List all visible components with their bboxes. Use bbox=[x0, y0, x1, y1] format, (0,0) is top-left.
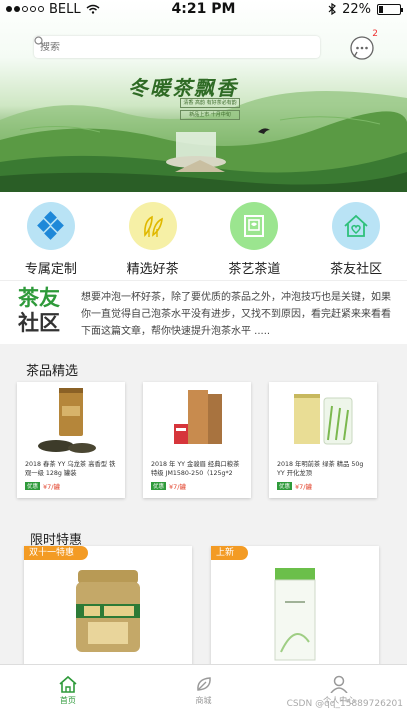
intro-text: 想要冲泡一杯好茶，除了要优质的茶品之外，冲泡技巧也是关键，如果你一直觉得自己泡茶… bbox=[81, 292, 391, 337]
app-screen: 冬暖茶飘香 清香 高韵 有好茶必有韵 新品上市 十月中旬 2 bbox=[0, 0, 407, 715]
signal-dots-icon bbox=[6, 6, 44, 12]
promo-image bbox=[211, 562, 379, 670]
limited-offer-section: 限时特惠 双十一特惠 上新 bbox=[0, 520, 407, 670]
product-price: ¥7/罐 bbox=[169, 483, 186, 491]
message-button[interactable]: 2 bbox=[349, 29, 378, 61]
featured-products: 2018 春茶 YY 乌龙茶 高香型 铁观一级 128g 罐装 优惠 ¥7/罐 … bbox=[0, 382, 407, 500]
community-intro[interactable]: 茶友 社区 想要冲泡一杯好茶，除了要优质的茶品之外，冲泡技巧也是关键，如果你一直… bbox=[0, 280, 407, 344]
user-icon bbox=[330, 675, 348, 693]
tea-book-icon bbox=[230, 202, 279, 250]
product-image bbox=[143, 382, 251, 458]
search-bar[interactable] bbox=[34, 36, 320, 58]
promo-card[interactable]: 上新 bbox=[211, 546, 379, 670]
bluetooth-icon bbox=[328, 3, 337, 15]
battery-percent: 22% bbox=[342, 1, 371, 17]
product-price-row: 优惠 ¥7/罐 bbox=[17, 480, 125, 492]
tab-label: 首页 bbox=[59, 696, 76, 705]
product-price-row: 优惠 ¥7/罐 bbox=[269, 480, 377, 492]
category-label: 专属定制 bbox=[24, 262, 77, 277]
diamond-grid-icon bbox=[26, 202, 75, 250]
status-time: 4:21 PM bbox=[171, 1, 236, 17]
discount-tag: 优惠 bbox=[277, 482, 293, 490]
product-name: 2018 春茶 YY 乌龙茶 高香型 铁观一级 128g 罐装 bbox=[25, 461, 116, 477]
banner-title: 冬暖茶飘香 bbox=[128, 76, 238, 100]
status-bar: BELL 4:21 PM 22% bbox=[0, 0, 407, 18]
category-nav: 专属定制 精选好茶 茶艺茶道 茶友社区 bbox=[0, 192, 407, 280]
home-icon bbox=[59, 675, 77, 693]
banner-subtitle-line: 新品上市 十月中旬 bbox=[180, 110, 240, 120]
product-image bbox=[17, 382, 125, 458]
category-tea-art[interactable]: 茶艺茶道 bbox=[204, 192, 306, 280]
featured-title: 茶品精选 bbox=[26, 364, 79, 379]
product-card[interactable]: 2018 春茶 YY 乌龙茶 高香型 铁观一级 128g 罐装 优惠 ¥7/罐 bbox=[17, 382, 125, 498]
promo-image bbox=[24, 562, 192, 670]
tab-mall[interactable]: 商城 bbox=[136, 665, 272, 715]
product-image bbox=[269, 382, 377, 458]
watermark: CSDN @qq_15889726201 bbox=[286, 699, 403, 709]
leaf-icon bbox=[196, 677, 211, 691]
category-label: 茶艺茶道 bbox=[228, 262, 281, 277]
battery-icon bbox=[377, 3, 403, 15]
tea-leaf-icon bbox=[128, 202, 177, 250]
search-icon bbox=[34, 36, 45, 47]
product-card[interactable]: 2018 年明前茶 绿茶 精品 50g YY 开化龙顶 优惠 ¥7/罐 bbox=[269, 382, 377, 498]
promo-flag: 上新 bbox=[211, 546, 249, 560]
tab-home[interactable]: 首页 bbox=[0, 665, 136, 715]
community-logo-top: 茶友 bbox=[18, 285, 60, 310]
heart-home-icon bbox=[332, 202, 381, 250]
carrier-name: BELL bbox=[49, 1, 81, 17]
banner-subtitle-line: 清香 高韵 有好茶必有韵 bbox=[180, 98, 240, 108]
discount-tag: 优惠 bbox=[25, 482, 41, 490]
category-community[interactable]: 茶友社区 bbox=[305, 192, 407, 280]
category-label: 精选好茶 bbox=[126, 262, 179, 277]
search-input[interactable] bbox=[40, 41, 280, 53]
promo-card[interactable]: 双十一特惠 bbox=[24, 546, 192, 670]
product-name: 2018 年 YY 金骏眉 经典口粮茶特级 JM1580-250（125g*2 bbox=[151, 461, 240, 477]
banner-subtitle: 清香 高韵 有好茶必有韵 新品上市 十月中旬 bbox=[180, 98, 240, 122]
message-badge: 2 bbox=[372, 29, 378, 39]
category-label: 茶友社区 bbox=[330, 262, 383, 277]
tab-label: 商城 bbox=[195, 696, 212, 705]
community-logo: 茶友 社区 bbox=[18, 285, 74, 335]
category-custom[interactable]: 专属定制 bbox=[0, 192, 102, 280]
product-price: ¥7/罐 bbox=[295, 483, 312, 491]
discount-tag: 优惠 bbox=[151, 482, 167, 490]
product-price-row: 优惠 ¥7/罐 bbox=[143, 480, 251, 492]
product-card[interactable]: 2018 年 YY 金骏眉 经典口粮茶特级 JM1580-250（125g*2 … bbox=[143, 382, 251, 498]
promo-flag: 双十一特惠 bbox=[24, 546, 89, 560]
category-selected-tea[interactable]: 精选好茶 bbox=[102, 192, 204, 280]
hero-banner[interactable]: 冬暖茶飘香 清香 高韵 有好茶必有韵 新品上市 十月中旬 2 bbox=[0, 0, 407, 192]
product-name: 2018 年明前茶 绿茶 精品 50g YY 开化龙顶 bbox=[277, 461, 364, 477]
community-logo-bottom: 社区 bbox=[18, 310, 60, 335]
chat-bubble-icon bbox=[350, 36, 374, 60]
product-price: ¥7/罐 bbox=[43, 483, 60, 491]
wifi-icon bbox=[86, 4, 100, 14]
